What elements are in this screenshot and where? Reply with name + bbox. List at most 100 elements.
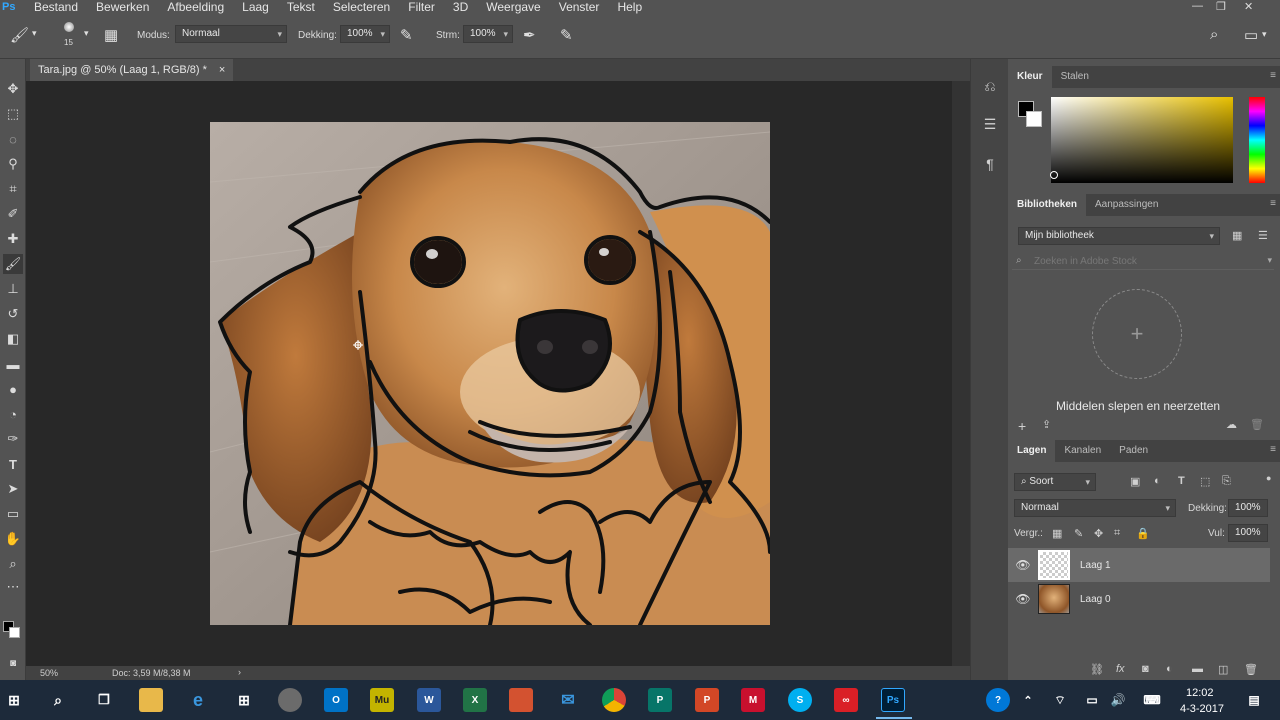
canvas-area[interactable] — [26, 81, 970, 666]
eyedropper-tool-icon[interactable]: ✐ — [3, 204, 23, 224]
pressure-opacity-icon[interactable]: ✎ — [400, 26, 413, 44]
add-asset-icon[interactable]: + — [1018, 418, 1026, 434]
background-color-swatch[interactable] — [9, 627, 20, 638]
store-icon[interactable]: ⊞ — [232, 688, 256, 712]
blend-mode-dropdown[interactable]: Normaal ▾ — [1014, 499, 1176, 517]
pressure-size-icon[interactable]: ✎ — [560, 26, 573, 44]
menu-filter[interactable]: Filter — [400, 0, 445, 14]
chevron-down-icon[interactable]: ▾ — [84, 28, 89, 39]
app-icon[interactable] — [509, 688, 533, 712]
volume-icon[interactable]: 🔊 — [1106, 688, 1130, 712]
zoom-level[interactable]: 50% — [40, 668, 58, 678]
filter-shape-icon[interactable]: ⬚ — [1200, 475, 1210, 488]
menu-weergave[interactable]: Weergave — [478, 0, 550, 14]
layer-name[interactable]: Laag 1 — [1080, 560, 1111, 571]
workspace-icon[interactable]: ▭ — [1244, 26, 1258, 44]
clock-time[interactable]: 12:02 — [1186, 687, 1214, 699]
clock-date[interactable]: 4-3-2017 — [1180, 703, 1224, 715]
filter-toggle-icon[interactable]: ● — [1266, 473, 1271, 483]
word-icon[interactable]: W — [417, 688, 441, 712]
document-canvas-image[interactable] — [210, 122, 770, 625]
panel-menu-icon[interactable]: ≡ — [1270, 198, 1276, 209]
menu-tekst[interactable]: Tekst — [279, 0, 325, 14]
layer-style-icon[interactable]: fx — [1116, 663, 1125, 675]
layer-opacity-input[interactable]: 100% — [1228, 499, 1268, 517]
opacity-input[interactable]: 100% ▾ — [340, 25, 390, 43]
library-dropdown[interactable]: Mijn bibliotheek ▾ — [1018, 227, 1220, 245]
lock-image-icon[interactable]: ✎ — [1074, 527, 1083, 540]
fill-input[interactable]: 100% — [1228, 524, 1268, 542]
quick-select-tool-icon[interactable]: ⚲ — [3, 154, 23, 174]
filter-adjustment-icon[interactable]: ◐ — [1154, 475, 1161, 487]
lock-position-icon[interactable]: ✥ — [1094, 527, 1103, 540]
search-icon[interactable]: ⌕ — [46, 688, 70, 712]
tab-bibliotheken[interactable]: Bibliotheken — [1008, 194, 1087, 216]
menu-afbeelding[interactable]: Afbeelding — [159, 0, 234, 14]
lasso-tool-icon[interactable]: ◌ — [3, 129, 23, 149]
chevron-down-icon[interactable]: ▾ — [32, 28, 37, 39]
photoshop-taskbar-icon[interactable]: Ps — [876, 688, 912, 719]
chevron-right-icon[interactable]: › — [238, 667, 241, 677]
tab-kleur[interactable]: Kleur — [1008, 66, 1052, 88]
visibility-eye-icon[interactable]: 👁 — [1008, 558, 1038, 572]
menu-venster[interactable]: Venster — [551, 0, 610, 14]
layer-mask-icon[interactable]: ◙ — [1142, 663, 1149, 675]
type-tool-icon[interactable]: T — [3, 454, 23, 474]
brush-tool-icon[interactable]: 🖌 — [3, 254, 23, 274]
filter-type-icon[interactable]: T — [1178, 475, 1185, 487]
upload-icon[interactable]: ⇪ — [1042, 418, 1051, 431]
new-layer-icon[interactable]: ◫ — [1218, 663, 1228, 676]
outlook-icon[interactable]: O — [324, 688, 348, 712]
search-icon[interactable]: ⌕ — [1210, 26, 1218, 43]
shape-tool-icon[interactable]: ▭ — [3, 504, 23, 524]
library-drop-zone-icon[interactable]: + — [1092, 289, 1182, 379]
menu-selecteren[interactable]: Selecteren — [325, 0, 400, 14]
close-tab-icon[interactable]: × — [219, 59, 225, 81]
background-color-chip[interactable] — [1026, 111, 1042, 127]
panel-menu-icon[interactable]: ≡ — [1270, 444, 1276, 455]
stock-search-field[interactable]: ⌕ Zoeken in Adobe Stock ▾ — [1012, 254, 1274, 270]
gmail-icon[interactable]: M — [741, 688, 765, 712]
history-brush-tool-icon[interactable]: ↺ — [3, 304, 23, 324]
move-tool-icon[interactable]: ✥ — [3, 79, 23, 99]
color-picker-handle[interactable] — [1050, 171, 1058, 179]
canvas-scrollbar[interactable] — [952, 81, 970, 666]
link-layers-icon[interactable]: ⛓ — [1090, 663, 1104, 676]
battery-icon[interactable]: ▭ — [1080, 688, 1104, 712]
marquee-tool-icon[interactable]: ⬚ — [3, 104, 23, 124]
hue-slider[interactable] — [1249, 97, 1265, 183]
chevron-up-icon[interactable]: ⌃ — [1016, 688, 1040, 712]
more-tools-icon[interactable]: ⋯ — [3, 577, 23, 597]
help-icon[interactable]: ? — [986, 688, 1010, 712]
menu-bewerken[interactable]: Bewerken — [88, 0, 159, 14]
airbrush-icon[interactable]: ✒ — [523, 26, 536, 44]
brush-tip-icon[interactable] — [64, 22, 74, 32]
delete-layer-icon[interactable]: 🗑 — [1244, 663, 1258, 676]
color-field[interactable] — [1051, 97, 1233, 183]
layer-filter-dropdown[interactable]: ⌕ Soort ▾ — [1014, 473, 1096, 491]
quick-mask-icon[interactable]: ◙ — [3, 653, 23, 673]
filter-smart-object-icon[interactable]: ⎘ — [1222, 475, 1231, 488]
grid-view-icon[interactable]: ▦ — [1232, 229, 1242, 242]
lock-transparent-icon[interactable]: ▦ — [1052, 527, 1062, 540]
menu-help[interactable]: Help — [609, 0, 652, 14]
zoom-tool-icon[interactable]: ⌕ — [3, 554, 23, 574]
new-group-icon[interactable]: ▬ — [1192, 663, 1203, 675]
gradient-tool-icon[interactable]: ▬ — [3, 354, 23, 374]
powerpoint-icon[interactable]: P — [695, 688, 719, 712]
properties-panel-icon[interactable]: ☰ — [979, 113, 1001, 135]
cloud-sync-icon[interactable]: ☁ — [1226, 418, 1237, 431]
filter-pixel-icon[interactable]: ▣ — [1130, 475, 1140, 488]
keyboard-icon[interactable]: ⌨ — [1140, 688, 1164, 712]
creative-cloud-icon[interactable]: ∞ — [834, 688, 858, 712]
character-panel-icon[interactable]: ¶ — [979, 153, 1001, 175]
lock-all-icon[interactable]: 🔒 — [1136, 527, 1150, 540]
layer-row-laag-0[interactable]: 👁 Laag 0 — [1008, 582, 1270, 616]
wifi-icon[interactable]: ⌔ — [1048, 688, 1072, 712]
tab-kanalen[interactable]: Kanalen — [1055, 440, 1110, 462]
restore-button[interactable]: ❐ — [1216, 0, 1226, 13]
visibility-eye-icon[interactable]: 👁 — [1008, 592, 1038, 606]
menu-3d[interactable]: 3D — [445, 0, 478, 14]
document-tab[interactable]: Tara.jpg @ 50% (Laag 1, RGB/8) * × — [30, 59, 234, 81]
mode-dropdown[interactable]: Normaal ▾ — [175, 25, 287, 43]
